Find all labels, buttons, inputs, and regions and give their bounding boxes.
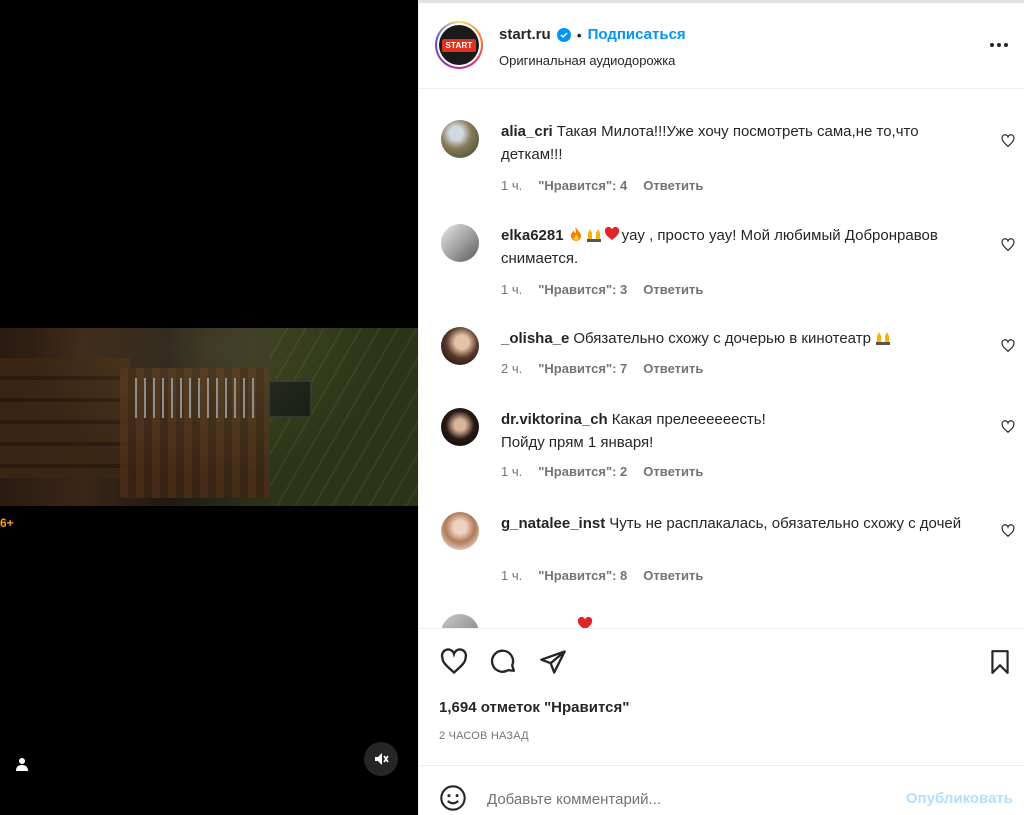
comment-text-block: _olisha_e Обязательно схожу с дочерью в к… <box>501 327 981 350</box>
heart-emoji-icon <box>577 616 593 628</box>
fire-emoji-icon <box>570 227 581 241</box>
add-comment-bar: Опубликовать <box>419 765 1024 815</box>
like-button[interactable] <box>439 647 469 677</box>
comment-time[interactable]: 1 ч. <box>501 282 522 297</box>
comment-time[interactable]: 1 ч. <box>501 568 522 583</box>
comment-likes[interactable]: "Нравится": 3 <box>538 282 627 297</box>
author-line: start.ru • Подписаться <box>499 26 686 43</box>
comment-like-heart-icon[interactable] <box>1001 238 1015 252</box>
comment-text-block: g_natalee_inst Чуть не расплакалась, обяз… <box>501 512 981 535</box>
hands-emoji-icon <box>586 229 601 242</box>
post-actions: 1,694 отметок "Нравится" 2 ЧАСОВ НАЗАД <box>419 628 1024 753</box>
heart-emoji-icon <box>604 226 619 240</box>
post-side-panel: START start.ru • Подписаться Оригинальна… <box>418 0 1024 815</box>
video-frame <box>0 328 418 506</box>
comment-text: Чуть не расплакалась, обязательно схожу … <box>609 515 962 532</box>
comment-reply-button[interactable]: Ответить <box>643 178 703 193</box>
comment-like-heart-icon[interactable] <box>1001 524 1015 538</box>
comment-reply-button[interactable]: Ответить <box>643 361 703 376</box>
commenter-avatar[interactable] <box>441 408 479 446</box>
comment-username[interactable]: elka6281 <box>501 227 564 244</box>
hands-emoji-icon <box>876 332 891 345</box>
comment-likes[interactable]: "Нравится": 4 <box>538 178 627 193</box>
post-timestamp[interactable]: 2 ЧАСОВ НАЗАД <box>439 730 529 742</box>
more-options-button[interactable] <box>987 37 1011 53</box>
save-button[interactable] <box>985 647 1015 677</box>
paper-plane-icon <box>540 650 566 674</box>
comment-text-block: dr.viktorina_ch Какая прелеееееесть! Пойд… <box>501 408 981 454</box>
comment-time[interactable]: 1 ч. <box>501 178 522 193</box>
comment-likes[interactable]: "Нравится": 8 <box>538 568 627 583</box>
comment-bubble-icon <box>490 649 516 673</box>
comment-likes[interactable]: "Нравится": 7 <box>538 361 627 376</box>
bookmark-icon <box>991 650 1009 674</box>
author-avatar[interactable]: START <box>435 21 483 69</box>
comment-input[interactable] <box>487 786 887 812</box>
commenter-avatar[interactable] <box>441 327 479 365</box>
comment-text-block: elka6281 yay , просто yay! Мой любимый До… <box>501 224 981 270</box>
publish-button[interactable]: Опубликовать <box>906 790 1013 807</box>
follow-button[interactable]: Подписаться <box>588 26 686 43</box>
comment-reply-button[interactable]: Ответить <box>643 464 703 479</box>
comment-username[interactable]: dr.viktorina_ch <box>501 411 608 428</box>
commenter-avatar[interactable] <box>441 224 479 262</box>
comment-text-line2: Пойду прям 1 января! <box>501 434 654 451</box>
separator-dot: • <box>576 26 582 43</box>
user-icon <box>16 758 28 771</box>
emoji-smiley-icon[interactable] <box>439 784 467 812</box>
comment-username[interactable]: alia_cri <box>501 123 553 140</box>
comment-meta: 1 ч. "Нравится": 2 Ответить <box>501 464 703 479</box>
comment-text: Какая прелеееееесть! <box>611 411 766 428</box>
comment-like-heart-icon[interactable] <box>1001 339 1015 353</box>
share-button[interactable] <box>538 647 568 677</box>
likes-count[interactable]: 1,694 отметок "Нравится" <box>439 699 629 716</box>
age-rating-badge: 6+ <box>0 516 14 530</box>
comment-time[interactable]: 2 ч. <box>501 361 522 376</box>
comment-text-block: alia_cri Такая Милота!!!Уже хочу посмотре… <box>501 120 981 166</box>
mute-toggle-button[interactable] <box>364 742 398 776</box>
comment-meta: 1 ч. "Нравится": 4 Ответить <box>501 178 703 193</box>
comment-reply-button[interactable]: Ответить <box>643 568 703 583</box>
comments-list[interactable]: alia_cri Такая Милота!!!Уже хочу посмотре… <box>419 90 1024 628</box>
audio-track-link[interactable]: Оригинальная аудиодорожка <box>499 53 675 68</box>
comment-meta: 2 ч. "Нравится": 7 Ответить <box>501 361 703 376</box>
comment-button[interactable] <box>489 647 519 677</box>
comment-username[interactable]: g_natalee_inst <box>501 515 605 532</box>
comment-reply-button[interactable]: Ответить <box>643 282 703 297</box>
comment-meta: 1 ч. "Нравится": 8 Ответить <box>501 568 703 583</box>
commenter-avatar[interactable] <box>441 512 479 550</box>
comment-likes[interactable]: "Нравится": 2 <box>538 464 627 479</box>
commenter-avatar[interactable] <box>441 614 479 628</box>
author-username[interactable]: start.ru <box>499 26 551 43</box>
author-logo-text: START <box>442 38 476 52</box>
comment-time[interactable]: 1 ч. <box>501 464 522 479</box>
heart-icon <box>440 648 468 675</box>
tagged-users-button[interactable] <box>10 752 34 776</box>
more-dot-icon <box>990 43 994 47</box>
comment-text: Такая Милота!!!Уже хочу посмотреть сама,… <box>501 123 919 163</box>
muted-speaker-icon <box>375 753 389 765</box>
comment-meta: 1 ч. "Нравится": 3 Ответить <box>501 282 703 297</box>
comment-text: yay , просто yay! Мой любимый Добронраво… <box>501 227 938 267</box>
comment-like-heart-icon[interactable] <box>1001 420 1015 434</box>
more-dot-icon <box>1004 43 1008 47</box>
comment-text: Обязательно схожу с дочерью в кинотеатр <box>573 330 871 347</box>
commenter-avatar[interactable] <box>441 120 479 158</box>
verified-badge-icon <box>556 27 571 42</box>
post-header: START start.ru • Подписаться Оригинальна… <box>419 3 1024 89</box>
video-glow <box>0 328 418 506</box>
comment-like-heart-icon[interactable] <box>1001 134 1015 148</box>
comment-username[interactable]: _olisha_e <box>501 330 569 347</box>
more-dot-icon <box>997 43 1001 47</box>
video-player[interactable]: 6+ <box>0 0 418 815</box>
